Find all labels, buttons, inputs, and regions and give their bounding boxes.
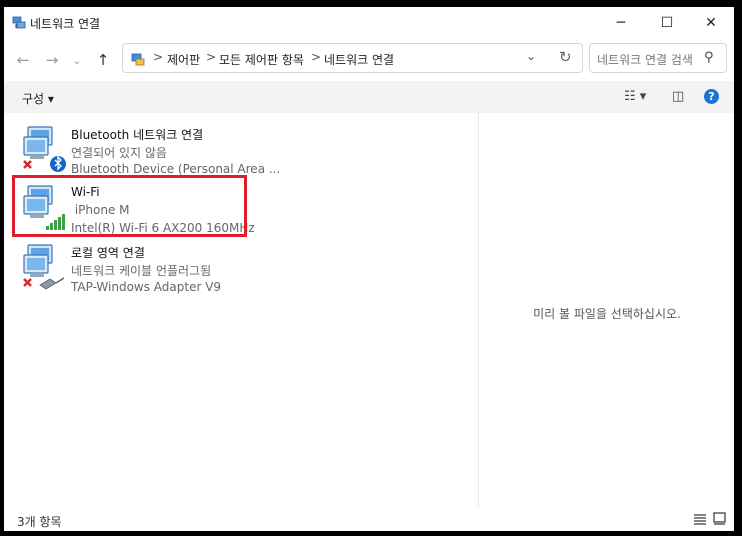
adapter-name: Bluetooth 네트워크 연결 bbox=[71, 128, 204, 142]
organize-menu-button[interactable]: 구성 ▾ bbox=[22, 90, 54, 107]
maximize-button[interactable]: ☐ bbox=[644, 7, 690, 39]
network-folder-icon bbox=[12, 16, 26, 29]
adapter-status: 네트워크 케이블 언플러그됨 bbox=[71, 264, 212, 278]
status-bar: 3개 항목 bbox=[4, 507, 734, 531]
adapter-device: Bluetooth Device (Personal Area ... bbox=[71, 162, 281, 176]
list-item[interactable]: Bluetooth 네트워크 연결 연결되어 있지 않음 Bluetooth D… bbox=[18, 121, 280, 177]
breadcrumb-separator: > bbox=[153, 50, 164, 64]
list-item[interactable]: 로컬 영역 연결 네트워크 케이블 언플러그됨 TAP-Windows Adap… bbox=[18, 239, 246, 295]
chevron-down-icon[interactable]: ⌄ bbox=[526, 49, 536, 63]
window-title: 네트워크 연결 bbox=[30, 17, 101, 31]
recent-locations-button[interactable]: ⌄ bbox=[64, 47, 90, 73]
network-ethernet-unplugged-icon bbox=[23, 244, 65, 290]
search-icon[interactable]: ⚲ bbox=[704, 50, 714, 65]
selection-highlight-box bbox=[12, 175, 247, 237]
details-view-icon[interactable] bbox=[693, 513, 707, 525]
adapter-list: Bluetooth 네트워크 연결 연결되어 있지 않음 Bluetooth D… bbox=[4, 113, 478, 507]
adapter-name: 로컬 영역 연결 bbox=[71, 246, 145, 260]
preview-message: 미리 볼 파일을 선택하십시오. bbox=[533, 307, 681, 321]
refresh-icon[interactable]: ↻ bbox=[559, 48, 572, 66]
breadcrumb-control-panel[interactable]: 제어판 bbox=[167, 51, 200, 68]
forward-button[interactable]: → bbox=[39, 47, 65, 73]
title-bar: 네트워크 연결 ─ ☐ ✕ bbox=[4, 7, 734, 39]
up-button[interactable]: ↑ bbox=[90, 47, 116, 73]
command-bar: 구성 ▾ ☷ ▾ ◫ ? bbox=[4, 81, 734, 113]
breadcrumb-separator: > bbox=[311, 50, 322, 64]
adapter-status: 연결되어 있지 않음 bbox=[71, 146, 167, 160]
close-button[interactable]: ✕ bbox=[688, 7, 734, 39]
control-panel-icon bbox=[131, 53, 145, 66]
back-button[interactable]: ← bbox=[10, 47, 36, 73]
breadcrumb-all-items[interactable]: 모든 제어판 항목 bbox=[219, 51, 304, 68]
minimize-button[interactable]: ─ bbox=[598, 7, 644, 39]
help-icon[interactable]: ? bbox=[704, 89, 719, 104]
view-options-icon[interactable]: ☷ ▾ bbox=[624, 89, 646, 104]
adapter-device: TAP-Windows Adapter V9 bbox=[71, 280, 222, 294]
preview-pane: 미리 볼 파일을 선택하십시오. bbox=[478, 113, 734, 507]
search-input[interactable]: 네트워크 연결 검색 bbox=[597, 51, 693, 68]
address-bar[interactable]: > 제어판 > 모든 제어판 항목 > 네트워크 연결 ⌄ ↻ bbox=[122, 43, 583, 73]
item-count: 3개 항목 bbox=[17, 515, 62, 529]
breadcrumb-separator: > bbox=[206, 50, 217, 64]
network-connections-window: 네트워크 연결 ─ ☐ ✕ ← → ⌄ ↑ > 제어판 > 모든 제어판 항목 … bbox=[4, 7, 734, 531]
network-bluetooth-disconnected-icon bbox=[23, 126, 66, 172]
search-box[interactable]: 네트워크 연결 검색 ⚲ bbox=[589, 43, 727, 73]
preview-pane-icon[interactable]: ◫ bbox=[672, 89, 684, 104]
breadcrumb-network-connections[interactable]: 네트워크 연결 bbox=[324, 51, 394, 68]
large-icons-view-icon[interactable] bbox=[713, 512, 726, 525]
